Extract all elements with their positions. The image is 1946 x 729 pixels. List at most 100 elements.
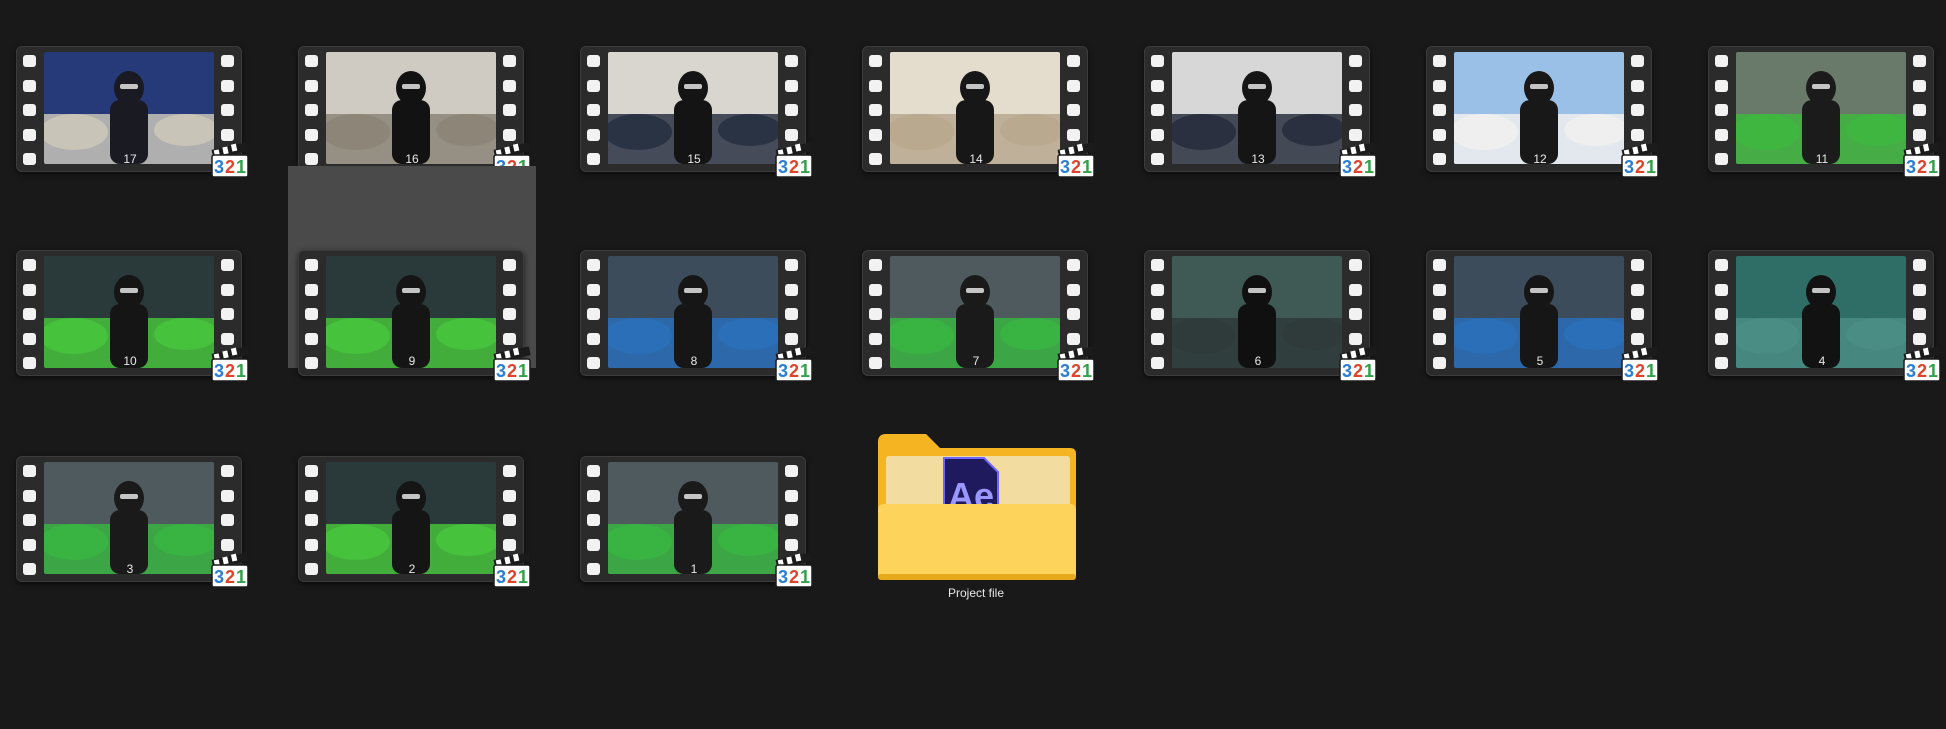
item-label: 8 (690, 354, 698, 368)
video-frame (608, 256, 778, 368)
film-hole (1067, 332, 1080, 345)
film-hole (1349, 308, 1362, 320)
folder-item-project-file[interactable]: Ae Project file (852, 424, 1100, 674)
film-hole (221, 104, 234, 116)
film-hole (23, 308, 36, 320)
film-hole (1433, 104, 1446, 116)
video-thumbnail-image (1736, 52, 1906, 164)
film-hole (305, 538, 318, 551)
film-hole (785, 104, 798, 116)
film-hole (1715, 104, 1728, 116)
film-perforations-left (23, 55, 37, 165)
video-frame (44, 462, 214, 574)
item-label: Project file (947, 586, 1005, 600)
video-file-item[interactable]: 3 2 1 5 (1416, 166, 1664, 416)
film-hole (785, 308, 798, 320)
film-hole (1067, 128, 1080, 141)
film-hole (1715, 128, 1728, 141)
item-label: 5 (1536, 354, 1544, 368)
video-file-item[interactable]: 3 2 1 2 (288, 420, 536, 670)
item-label: 15 (687, 152, 701, 166)
film-hole (785, 489, 798, 502)
film-hole (503, 79, 516, 92)
film-hole (1151, 283, 1164, 296)
video-thumbnail-image (608, 462, 778, 574)
film-perforations-left (1433, 259, 1447, 369)
film-hole (1151, 332, 1164, 345)
film-perforations-left (305, 465, 319, 575)
film-hole (869, 283, 882, 296)
film-hole (1913, 128, 1926, 141)
film-hole (1067, 283, 1080, 296)
video-file-item[interactable]: 3 2 1 10 (6, 166, 254, 416)
film-hole (587, 489, 600, 502)
video-frame (608, 52, 778, 164)
film-hole (305, 104, 318, 116)
video-file-item[interactable]: 3 2 1 4 (1698, 166, 1946, 416)
film-hole (785, 283, 798, 296)
video-frame (1736, 256, 1906, 368)
film-hole (1913, 259, 1926, 271)
video-file-item[interactable]: 3 2 1 7 (852, 166, 1100, 416)
film-hole (587, 283, 600, 296)
film-perforations-left (305, 55, 319, 165)
film-perforations-left (869, 259, 883, 369)
after-effects-folder-icon: Ae (878, 434, 1076, 580)
film-hole (305, 308, 318, 320)
film-hole (587, 308, 600, 320)
video-frame (890, 52, 1060, 164)
video-thumbnail-image (1454, 256, 1624, 368)
film-hole (305, 283, 318, 296)
item-label: 10 (123, 354, 137, 368)
video-file-item[interactable]: 3 2 1 8 (570, 166, 818, 416)
film-hole (221, 332, 234, 345)
film-hole (869, 259, 882, 271)
film-hole (1349, 55, 1362, 67)
video-file-item[interactable]: 3 2 1 9 (288, 166, 536, 382)
film-hole (1913, 332, 1926, 345)
film-hole (23, 465, 36, 477)
film-hole (1631, 332, 1644, 345)
film-hole (869, 332, 882, 345)
film-perforations-left (1433, 55, 1447, 165)
film-hole (1349, 332, 1362, 345)
film-hole (221, 538, 234, 551)
film-hole (587, 259, 600, 271)
video-thumbnail-image (1172, 256, 1342, 368)
film-hole (1349, 259, 1362, 271)
film-hole (869, 104, 882, 116)
film-hole (503, 55, 516, 67)
film-hole (221, 128, 234, 141)
film-hole (1067, 55, 1080, 67)
item-label: 7 (972, 354, 980, 368)
item-label: 3 (126, 562, 134, 576)
video-file-item[interactable]: 3 2 1 3 (6, 420, 254, 670)
item-label: 13 (1251, 152, 1265, 166)
film-hole (1715, 79, 1728, 92)
film-hole (1349, 283, 1362, 296)
film-hole (785, 465, 798, 477)
film-hole (221, 514, 234, 526)
film-hole (221, 283, 234, 296)
film-hole (23, 259, 36, 271)
video-file-item[interactable]: 3 2 1 6 (1134, 166, 1382, 416)
film-hole (785, 259, 798, 271)
film-hole (305, 128, 318, 141)
item-label: 1 (690, 562, 698, 576)
film-perforations-left (23, 465, 37, 575)
film-hole (1631, 128, 1644, 141)
film-perforations-left (1151, 55, 1165, 165)
film-hole (1349, 79, 1362, 92)
film-hole (785, 332, 798, 345)
film-hole (587, 104, 600, 116)
item-label: 4 (1818, 354, 1826, 368)
film-hole (23, 79, 36, 92)
video-thumbnail-image (608, 52, 778, 164)
film-hole (1433, 332, 1446, 345)
video-thumbnail-image (326, 52, 496, 164)
film-hole (587, 128, 600, 141)
film-hole (23, 128, 36, 141)
video-file-item[interactable]: 3 2 1 1 (570, 420, 818, 670)
film-hole (1715, 308, 1728, 320)
film-hole (1631, 104, 1644, 116)
